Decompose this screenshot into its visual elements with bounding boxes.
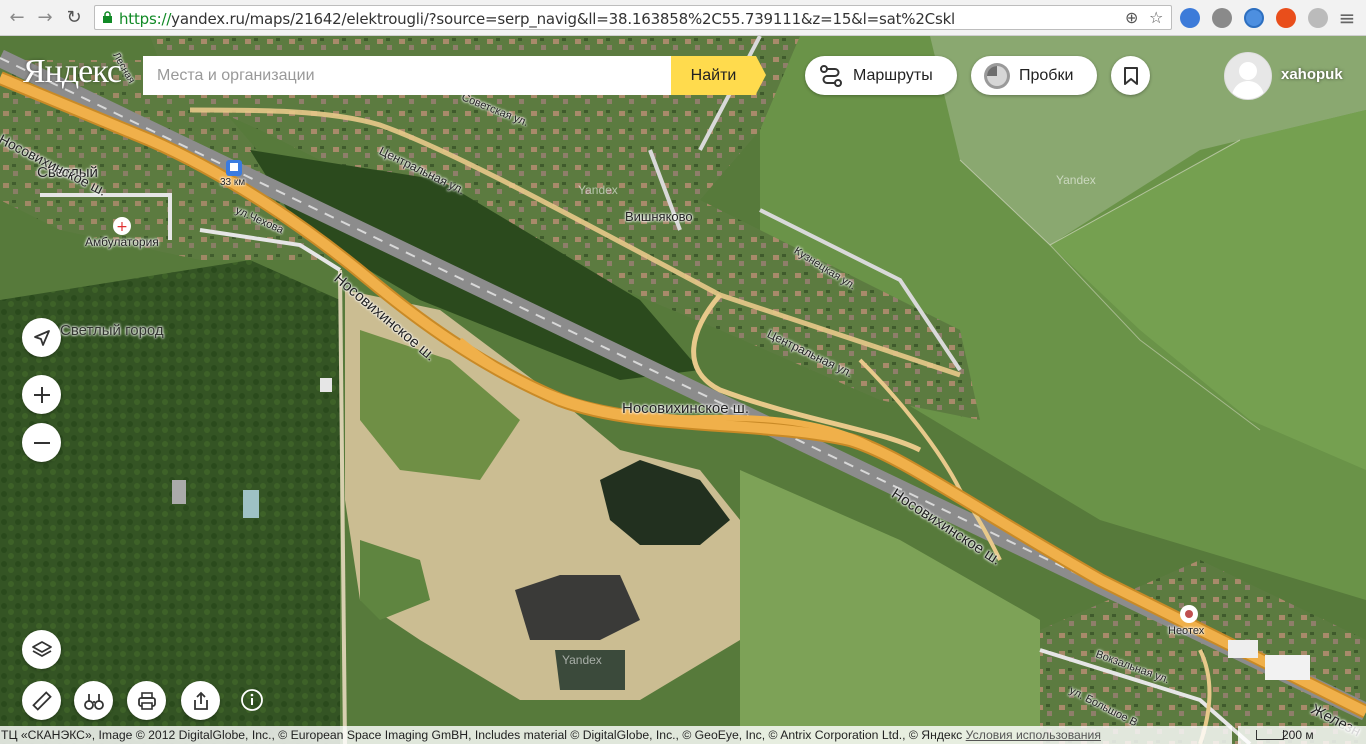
location-arrow-icon: [33, 329, 50, 346]
watermark: Yandex: [562, 653, 602, 667]
label-vishnyakovo: Вишняково: [625, 209, 693, 224]
traffic-label: Пробки: [1019, 66, 1074, 84]
menu-icon[interactable]: ≡: [1336, 7, 1358, 29]
ruler-icon: [31, 690, 52, 711]
terms-link[interactable]: Условия использования: [966, 728, 1101, 742]
bookmark-icon: [1123, 66, 1138, 85]
svg-text:+: +: [116, 219, 128, 235]
routes-button[interactable]: Маршруты: [805, 56, 957, 95]
watermark: Yandex: [578, 183, 618, 197]
address-bar[interactable]: https://yandex.ru/maps/21642/elektrougli…: [94, 5, 1172, 30]
zoom-icon[interactable]: ⊕: [1125, 8, 1138, 27]
layers-icon: [31, 640, 52, 657]
label-ambulatory: Амбулатория: [85, 235, 159, 249]
search-input[interactable]: [143, 56, 671, 95]
url-text: https://yandex.ru/maps/21642/elektrougli…: [119, 10, 956, 28]
reload-icon[interactable]: ↻: [63, 7, 85, 29]
sync-icon[interactable]: [1244, 8, 1264, 28]
label-station-km: 33 км: [220, 177, 246, 188]
plus-icon: [33, 386, 50, 403]
watermark: Yandex: [1056, 173, 1096, 187]
info-icon: [241, 689, 263, 711]
label-svetly-gorod: Светлый город: [60, 322, 164, 339]
scale-ruler: [1256, 730, 1284, 740]
avatar[interactable]: [1224, 52, 1272, 100]
extension-icon[interactable]: [1180, 8, 1200, 28]
routes-icon: [820, 64, 842, 87]
label-neoteh: Неотех: [1168, 625, 1205, 637]
find-button[interactable]: Найти: [671, 56, 756, 95]
traffic-icon: [984, 62, 1010, 89]
share-button[interactable]: [181, 681, 220, 720]
info-button[interactable]: [240, 688, 264, 712]
copyright-text: ТЦ «СКАНЭКС», Image © 2012 DigitalGlobe,…: [1, 728, 963, 742]
globe-icon[interactable]: [1212, 8, 1232, 28]
zoom-in-button[interactable]: [22, 375, 61, 414]
search-box: [143, 56, 671, 95]
copyright-bar: ТЦ «СКАНЭКС», Image © 2012 DigitalGlobe,…: [0, 726, 1232, 744]
print-button[interactable]: [127, 681, 166, 720]
layers-button[interactable]: [22, 630, 61, 669]
bookmarks-button[interactable]: [1111, 56, 1150, 95]
printer-icon: [137, 691, 156, 710]
find-button-arrow: [756, 56, 766, 94]
browser-toolbar: ← → ↻ https://yandex.ru/maps/21642/elekt…: [0, 0, 1366, 36]
minus-icon: [33, 441, 50, 444]
my-location-button[interactable]: [22, 318, 61, 357]
traffic-button[interactable]: Пробки: [971, 56, 1097, 95]
binoculars-icon: [83, 693, 104, 710]
map-imagery: +: [0, 36, 1366, 744]
share-icon: [193, 691, 208, 710]
scale-bar: 200 м: [1238, 726, 1366, 744]
username[interactable]: xahopuk: [1281, 66, 1343, 83]
lock-icon: [103, 11, 112, 23]
forward-icon[interactable]: →: [34, 7, 56, 29]
label-nosov-3: Носовихинское ш.: [622, 400, 749, 417]
back-icon[interactable]: ←: [6, 7, 28, 29]
zoom-out-button[interactable]: [22, 423, 61, 462]
extension-grey-icon[interactable]: [1308, 8, 1328, 28]
panorama-button[interactable]: [74, 681, 113, 720]
satellite-map[interactable]: + Светлый Светлый город Амбулатория ул.Ч…: [0, 36, 1366, 744]
fire-icon[interactable]: [1276, 8, 1296, 28]
ruler-button[interactable]: [22, 681, 61, 720]
user-silhouette-icon: [1231, 62, 1265, 99]
routes-label: Маршруты: [853, 66, 933, 84]
scale-label: 200 м: [1282, 728, 1314, 742]
bookmark-star-icon[interactable]: ☆: [1149, 8, 1163, 27]
yandex-logo[interactable]: Яндекс: [23, 53, 122, 91]
